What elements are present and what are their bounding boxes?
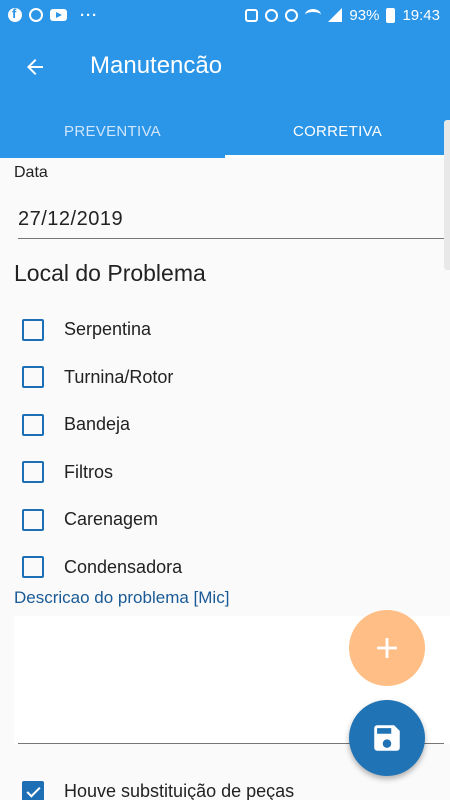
problem-location-list: Serpentina Turnina/Rotor Bandeja Filtros… — [22, 306, 442, 591]
checkbox-label: Serpentina — [64, 319, 152, 340]
checkbox-carenagem[interactable]: Carenagem — [22, 496, 442, 544]
status-bar: ··· 93% 19:43 — [0, 0, 450, 30]
signal-icon — [328, 8, 343, 22]
checkbox-serpentina[interactable]: Serpentina — [22, 306, 442, 354]
checkbox-parts-replaced[interactable]: Houve substituição de peças — [22, 768, 294, 800]
arrow-left-icon — [27, 59, 43, 75]
date-underline — [18, 238, 444, 239]
checkbox-label: Condensadora — [64, 556, 183, 577]
checkbox-box[interactable] — [22, 413, 44, 436]
status-bar-right: 93% 19:43 — [245, 7, 440, 24]
checkbox-box[interactable] — [22, 366, 44, 389]
checkbox-box[interactable] — [22, 556, 44, 579]
date-field[interactable]: 27/12/2019 — [18, 208, 123, 231]
checkbox-label: Houve substituição de peças — [64, 781, 295, 800]
checkbox-box[interactable] — [22, 318, 44, 341]
plus-icon — [377, 638, 397, 658]
checkbox-label: Filtros — [64, 461, 113, 482]
checkbox-label: Carenagem — [64, 509, 159, 530]
checkbox-filtros[interactable]: Filtros — [22, 449, 442, 497]
checkbox-turnina-rotor[interactable]: Turnina/Rotor — [22, 354, 442, 402]
android-icon — [245, 8, 259, 22]
clock: 19:43 — [402, 6, 440, 24]
checkbox-box-checked[interactable] — [22, 780, 44, 800]
checkbox-label: Turnina/Rotor — [64, 366, 174, 387]
status-bar-left: ··· — [8, 6, 98, 24]
checkbox-box[interactable] — [22, 461, 44, 484]
alarm-icon — [285, 8, 299, 22]
checkbox-label: Bandeja — [64, 414, 131, 435]
tab-bar: PREVENTIVA CORRETIVA — [0, 104, 450, 158]
back-button[interactable] — [18, 50, 52, 84]
mute-icon — [265, 8, 279, 22]
checkbox-condensadora[interactable]: Condensadora — [22, 544, 442, 592]
wifi-icon — [305, 9, 322, 21]
tab-corretiva[interactable]: CORRETIVA — [225, 104, 450, 158]
checkbox-bandeja[interactable]: Bandeja — [22, 401, 442, 449]
add-fab-button[interactable] — [349, 610, 425, 686]
page-title: Manutencão — [90, 52, 223, 79]
date-label: Data — [14, 164, 48, 181]
description-label: Descricao do problema [Mic] — [14, 588, 230, 607]
facebook-icon — [8, 6, 22, 22]
checkbox-box[interactable] — [22, 508, 44, 531]
battery-icon — [386, 7, 396, 23]
section-title: Local do Problema — [14, 260, 206, 286]
whatsapp-icon — [29, 8, 43, 22]
save-fab-button[interactable] — [349, 700, 425, 776]
app-bar: Manutencão PREVENTIVA CORRETIVA — [0, 30, 450, 270]
battery-percent: 93% — [349, 6, 380, 24]
save-icon — [374, 725, 400, 751]
youtube-icon — [50, 9, 67, 21]
tab-preventiva[interactable]: PREVENTIVA — [0, 104, 225, 158]
more-notifications-icon: ··· — [80, 6, 98, 24]
